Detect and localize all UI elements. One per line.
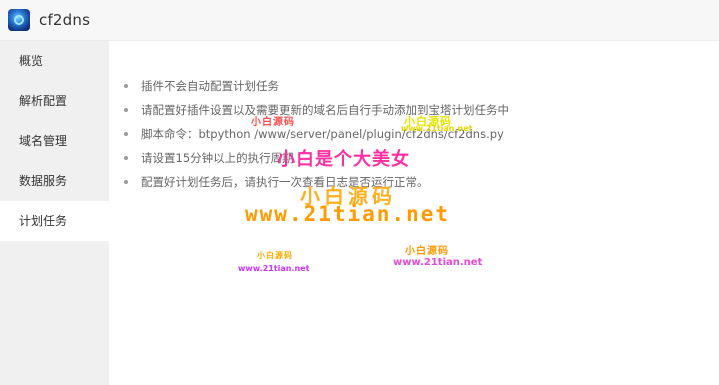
- tip-item: 插件不会自动配置计划任务: [123, 74, 509, 98]
- sidebar-item-scheduled-tasks[interactable]: 计划任务: [0, 201, 109, 241]
- tips-list: 插件不会自动配置计划任务 请配置好插件设置以及需要更新的域名后自行手动添加到宝塔…: [123, 74, 509, 194]
- tip-text: 配置好计划任务后，请执行一次查看日志是否运行正常。: [141, 175, 429, 189]
- bullet-icon: [124, 156, 128, 160]
- bullet-icon: [124, 132, 128, 136]
- sidebar-item-overview[interactable]: 概览: [0, 41, 109, 81]
- app-title: cf2dns: [39, 11, 91, 29]
- tip-text: 请设置15分钟以上的执行周期: [141, 151, 294, 165]
- app-logo-icon: [8, 9, 30, 31]
- tip-item: 请配置好插件设置以及需要更新的域名后自行手动添加到宝塔计划任务中: [123, 98, 509, 122]
- main-content: 插件不会自动配置计划任务 请配置好插件设置以及需要更新的域名后自行手动添加到宝塔…: [109, 41, 719, 385]
- bullet-icon: [124, 180, 128, 184]
- title-bar: cf2dns: [0, 0, 719, 41]
- sidebar-item-domain-management[interactable]: 域名管理: [0, 121, 109, 161]
- bullet-icon: [124, 84, 128, 88]
- tip-item: 脚本命令：btpython /www/server/panel/plugin/c…: [123, 122, 509, 146]
- tip-text: 插件不会自动配置计划任务: [141, 79, 279, 93]
- tip-item: 配置好计划任务后，请执行一次查看日志是否运行正常。: [123, 170, 509, 194]
- sidebar-item-data-service[interactable]: 数据服务: [0, 161, 109, 201]
- bullet-icon: [124, 108, 128, 112]
- sidebar-item-resolve-config[interactable]: 解析配置: [0, 81, 109, 121]
- tip-item: 请设置15分钟以上的执行周期: [123, 146, 509, 170]
- sidebar: 概览 解析配置 域名管理 数据服务 计划任务: [0, 41, 109, 385]
- app-window: cf2dns 概览 解析配置 域名管理 数据服务 计划任务 插件不会自动配置计划…: [0, 0, 719, 385]
- tip-text: 脚本命令：btpython /www/server/panel/plugin/c…: [141, 127, 504, 141]
- tip-text: 请配置好插件设置以及需要更新的域名后自行手动添加到宝塔计划任务中: [141, 103, 509, 117]
